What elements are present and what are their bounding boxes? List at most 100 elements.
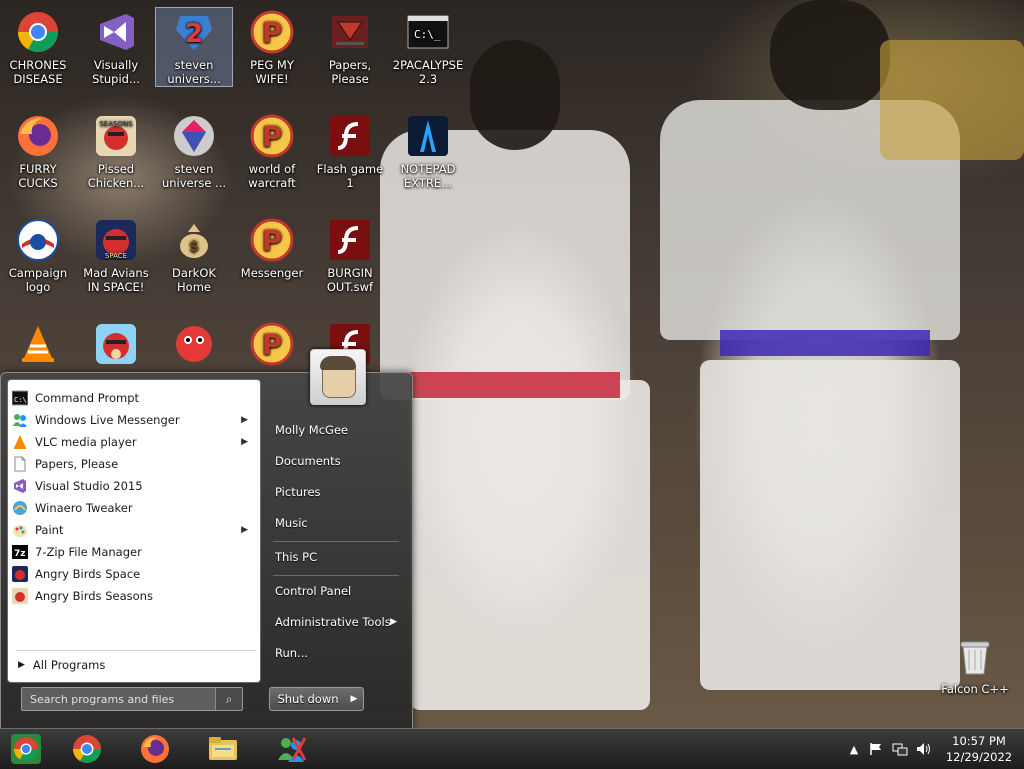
pidgin-p-icon: P (248, 8, 296, 56)
desktop-icon[interactable]: BURGIN OUT.swf (312, 216, 388, 294)
control-panel-link[interactable]: Control Panel (275, 584, 351, 598)
desktop-icon[interactable]: NOTEPAD EXTRE... (390, 112, 466, 190)
documents-link[interactable]: Documents (275, 454, 341, 468)
separator (16, 650, 256, 651)
chevron-right-icon: ▶ (241, 525, 248, 535)
messenger-icon (12, 412, 28, 428)
search-icon[interactable]: ⌕ (215, 688, 242, 710)
vlc-icon (12, 434, 28, 450)
desktop-icon[interactable]: P PEG MY WIFE! (234, 8, 310, 86)
start-menu-item-label: Command Prompt (35, 391, 140, 405)
desktop-icon[interactable] (78, 320, 154, 370)
taskbar-firefox-button[interactable] (128, 731, 182, 767)
desktop-icon-label: 2PACALYPSE 2.3 (392, 58, 464, 86)
angry-birds-space-icon (12, 566, 28, 582)
chevron-right-icon: ▶ (390, 617, 397, 627)
svg-text:2: 2 (185, 19, 203, 49)
desktop-icon[interactable]: Pworld of warcraft (234, 112, 310, 190)
desktop-icon[interactable]: 2 steven univers... (155, 7, 233, 87)
desktop-icon[interactable] (0, 320, 76, 370)
angry-birds-seasons-icon (12, 588, 28, 604)
start-menu-item[interactable]: Paint ▶ (12, 520, 256, 540)
desktop-icon[interactable]: $ DarkOK Home (156, 216, 232, 294)
user-name-link[interactable]: Molly McGee (275, 423, 348, 437)
show-hidden-icons-button[interactable]: ▲ (846, 741, 862, 757)
paint-icon (12, 522, 28, 538)
desktop-icon[interactable]: SPACE Mad Avians IN SPACE! (78, 216, 154, 294)
desktop-icon[interactable]: Papers, Please (312, 8, 388, 86)
svg-text:P: P (262, 120, 283, 153)
chevron-right-icon: ▶ (241, 437, 248, 447)
this-pc-link[interactable]: This PC (275, 550, 317, 564)
all-programs-button[interactable]: ▶ All Programs (18, 658, 105, 672)
start-menu-item[interactable]: Winaero Tweaker (12, 498, 256, 518)
svg-text:SPACE: SPACE (105, 252, 127, 260)
start-menu-item[interactable]: Visual Studio 2015 (12, 476, 256, 496)
angry-birds-seasons-icon: SEASONS (92, 112, 140, 160)
start-menu-programs-pane: ▶ All Programs C:\ Command Prompt Windows … (7, 379, 261, 683)
desktop-icon[interactable]: SEASONS Pissed Chicken... (78, 112, 154, 190)
money-bag-icon: $ (170, 216, 218, 264)
taskbar-file-explorer-button[interactable] (196, 731, 250, 767)
action-center-flag-icon[interactable] (868, 741, 884, 757)
volume-icon[interactable] (916, 741, 932, 757)
svg-text:P: P (262, 224, 283, 257)
desktop-icon[interactable]: steven universe ... (156, 112, 232, 190)
start-menu-item-label: Visual Studio 2015 (35, 479, 143, 493)
pictures-link[interactable]: Pictures (275, 485, 321, 499)
taskbar-messenger-button[interactable] (264, 731, 318, 767)
start-menu: ▶ All Programs C:\ Command Prompt Windows … (0, 349, 413, 730)
start-button[interactable] (6, 732, 46, 766)
desktop-icon[interactable]: Campaign logo (0, 216, 76, 294)
start-menu-item[interactable]: VLC media player ▶ (12, 432, 256, 452)
shutdown-options-button[interactable]: ▶ (345, 687, 364, 711)
desktop-icon[interactable]: Falcon C++ (936, 632, 1014, 696)
user-avatar[interactable] (310, 349, 366, 405)
pidgin-p-icon: P (248, 112, 296, 160)
desktop-icon[interactable]: Visually Stupid... (78, 8, 154, 86)
start-menu-item[interactable]: C:\ Command Prompt (11, 388, 256, 408)
separator (273, 541, 399, 542)
desktop-icon[interactable]: P Messenger (234, 216, 310, 280)
start-menu-item-label: Papers, Please (35, 457, 119, 471)
start-menu-places-pane: Molly McGee Documents Pictures Music Thi… (263, 349, 411, 729)
network-icon[interactable] (892, 741, 908, 757)
administrative-tools-link[interactable]: Administrative Tools (275, 615, 391, 629)
shutdown-button[interactable]: Shut down (269, 687, 347, 711)
system-clock[interactable]: 10:57 PM 12/29/2022 (944, 733, 1014, 765)
start-menu-item[interactable]: Windows Live Messenger ▶ (12, 410, 256, 430)
start-menu-item-label: Angry Birds Seasons (35, 589, 153, 603)
desktop-icon-label: Flash game 1 (316, 162, 384, 190)
search-input[interactable] (22, 688, 212, 710)
chevron-right-icon: ▶ (241, 415, 248, 425)
start-menu-item[interactable]: Papers, Please (12, 454, 256, 474)
desktop-icon[interactable]: CHRONES DISEASE (0, 8, 76, 86)
run-link[interactable]: Run... (275, 646, 308, 660)
taskbar: ▲ 10:57 PM 12/29/2022 (0, 728, 1024, 769)
desktop-icon[interactable]: Flash game 1 (312, 112, 388, 190)
start-menu-item[interactable]: 7z 7-Zip File Manager (12, 542, 256, 562)
desktop-icon-label: Messenger (240, 266, 304, 280)
music-link[interactable]: Music (275, 516, 308, 530)
taskbar-chrome-button[interactable] (60, 731, 114, 767)
desktop-icon[interactable]: FURRY CUCKS (0, 112, 76, 190)
steven-universe-2-icon: 2 (170, 8, 218, 56)
firefox-icon (141, 735, 169, 763)
desktop-icon-label: Pissed Chicken... (87, 162, 145, 190)
desktop-icon[interactable] (156, 320, 232, 370)
start-menu-item[interactable]: Angry Birds Seasons (12, 586, 256, 606)
desktop-icon-label: FURRY CUCKS (18, 162, 58, 190)
svg-text:$: $ (189, 239, 199, 255)
flash-icon (326, 112, 374, 160)
separator (273, 575, 399, 576)
chrome-orb-icon (11, 734, 41, 764)
recycle-bin-icon (951, 632, 999, 680)
start-menu-item[interactable]: Angry Birds Space (12, 564, 256, 584)
desktop-icon[interactable]: P (234, 320, 310, 370)
start-menu-item-label: VLC media player (35, 435, 137, 449)
search-box[interactable]: ⌕ (21, 687, 243, 711)
pidgin-p-icon: P (248, 320, 296, 368)
papers-please-icon (326, 8, 374, 56)
desktop-icon[interactable]: C:\_ 2PACALYPSE 2.3 (390, 8, 466, 86)
visual-studio-icon (12, 478, 28, 494)
